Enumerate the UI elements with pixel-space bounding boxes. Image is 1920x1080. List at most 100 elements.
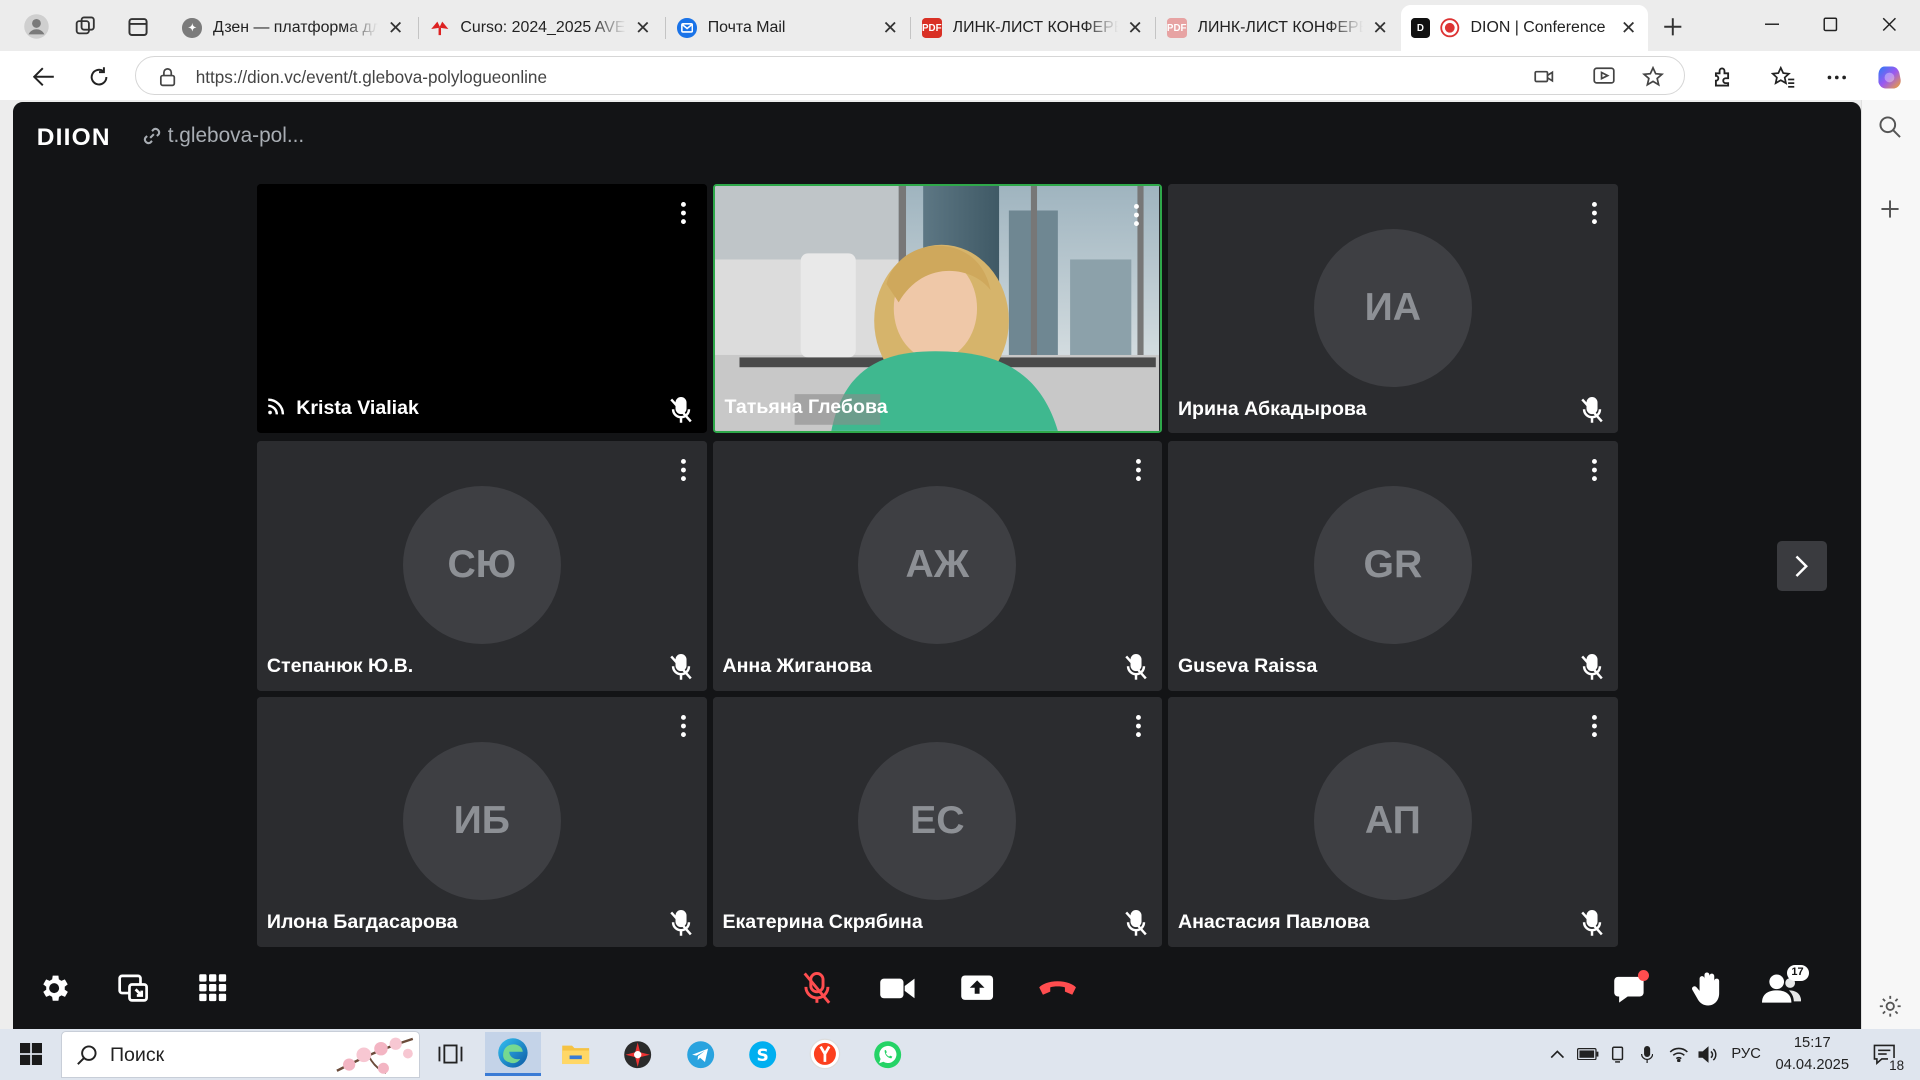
tab-dion-conference[interactable]: D DION | Conference ✕ — [1400, 4, 1649, 52]
participant-tile[interactable]: АЖ Анна Жиганова — [712, 440, 1163, 691]
favorites-icon[interactable] — [1765, 59, 1802, 96]
lock-icon[interactable] — [159, 67, 176, 87]
mic-muted-icon — [667, 653, 694, 681]
microphone-toggle-button[interactable] — [795, 966, 839, 1010]
participant-tile[interactable]: ИБ Илона Багдасарова — [257, 696, 707, 947]
workspaces-icon[interactable] — [69, 10, 103, 44]
opera-gx-like-icon[interactable] — [610, 1032, 666, 1076]
participant-tile[interactable]: GR Guseva Raissa — [1168, 440, 1618, 691]
language-indicator[interactable]: РУС — [1727, 1042, 1766, 1066]
close-tab-icon[interactable]: ✕ — [880, 17, 900, 38]
tab-mail[interactable]: Почта Mail ✕ — [667, 7, 909, 49]
unread-dot — [1638, 969, 1650, 981]
participant-name-text: Степанюк Ю.В. — [266, 655, 414, 678]
participant-menu-icon[interactable] — [1586, 201, 1603, 225]
whatsapp-icon[interactable] — [860, 1032, 916, 1076]
chat-button[interactable] — [1608, 966, 1652, 1010]
task-view-icon[interactable] — [422, 1032, 478, 1076]
apps-grid-button[interactable] — [191, 966, 235, 1010]
tab-pdf-2[interactable]: PDF ЛИНК-ЛИСТ КОНФЕРЕНЦИИ ✕ — [1157, 7, 1399, 49]
profile-icon[interactable] — [20, 10, 54, 44]
close-tab-icon[interactable]: ✕ — [386, 17, 406, 38]
broadcast-icon — [267, 396, 287, 422]
participant-menu-icon[interactable] — [675, 458, 692, 482]
participant-menu-icon[interactable] — [675, 201, 692, 225]
notifications-icon[interactable]: 18 — [1864, 1038, 1906, 1073]
participant-menu-icon[interactable] — [1130, 714, 1147, 738]
search-placeholder: Поиск — [109, 1044, 165, 1067]
reload-icon[interactable] — [81, 59, 118, 96]
battery-icon[interactable] — [1575, 1042, 1602, 1066]
mic-muted-icon — [1578, 909, 1605, 937]
next-page-button[interactable] — [1776, 541, 1827, 592]
tab-title: Curso: 2024_2025 AVE Global — [460, 19, 626, 37]
device-icon[interactable] — [1604, 1042, 1631, 1066]
minimize-icon[interactable] — [1744, 0, 1800, 49]
camera-permission-icon[interactable] — [1534, 68, 1554, 85]
raise-hand-button[interactable] — [1686, 966, 1730, 1010]
participant-tile[interactable]: Krista Vialiak — [257, 183, 707, 434]
picture-in-picture-button[interactable] — [111, 966, 155, 1010]
close-window-icon[interactable] — [1861, 0, 1917, 49]
participant-tile[interactable]: СЮ Степанюк Ю.В. — [257, 440, 707, 691]
windows-start-icon[interactable] — [2, 1032, 58, 1076]
tab-dzen[interactable]: ✦ Дзен — платформа для создания ✕ — [173, 7, 415, 49]
participant-menu-icon[interactable] — [1586, 458, 1603, 482]
copilot-icon[interactable] — [1871, 59, 1908, 96]
participant-tile[interactable]: АП Анастасия Павлова — [1168, 696, 1618, 947]
volume-icon[interactable] — [1695, 1042, 1722, 1066]
mic-muted-icon — [1578, 396, 1605, 424]
settings-button[interactable] — [32, 966, 76, 1010]
skype-icon[interactable]: S — [735, 1032, 791, 1076]
file-explorer-icon[interactable] — [547, 1032, 603, 1076]
participant-menu-icon[interactable] — [1130, 458, 1147, 482]
participant-tile[interactable]: ЕС Екатерина Скрябина — [712, 696, 1163, 947]
edge-browser-icon[interactable] — [484, 1032, 542, 1077]
read-aloud-icon[interactable] — [1593, 67, 1615, 87]
extensions-icon[interactable] — [1703, 59, 1740, 96]
avatar-initials: СЮ — [402, 486, 561, 645]
back-icon[interactable] — [26, 59, 63, 96]
close-tab-icon[interactable]: ✕ — [1125, 17, 1145, 38]
wifi-icon[interactable] — [1665, 1042, 1692, 1066]
tab-curso[interactable]: Curso: 2024_2025 AVE Global ✕ — [420, 7, 662, 49]
tab-actions-icon[interactable] — [121, 10, 155, 44]
participant-menu-icon[interactable] — [1586, 714, 1603, 738]
favorite-star-icon[interactable] — [1641, 65, 1664, 88]
close-tab-icon[interactable]: ✕ — [1619, 17, 1639, 38]
maximize-icon[interactable] — [1802, 0, 1858, 49]
yandex-browser-icon[interactable] — [797, 1032, 853, 1076]
avatar-initials: ИБ — [402, 742, 561, 900]
url-field[interactable]: https://dion.vc/event/t.glebova-polylogu… — [134, 56, 1685, 96]
mic-muted-icon — [667, 909, 694, 937]
camera-toggle-button[interactable] — [876, 966, 920, 1010]
microphone-tray-icon[interactable] — [1633, 1042, 1660, 1066]
more-menu-icon[interactable] — [1818, 59, 1855, 96]
participant-tile[interactable]: ИА Ирина Абкадырова — [1168, 183, 1618, 434]
taskbar-search-box[interactable]: Поиск — [61, 1031, 420, 1078]
address-bar-row: https://dion.vc/event/t.glebova-polylogu… — [0, 51, 1920, 101]
screen-share-button[interactable] — [955, 966, 999, 1010]
participant-tile[interactable]: Татьяна Глебова — [712, 183, 1163, 434]
participants-count-badge: 17 — [1786, 964, 1809, 981]
close-tab-icon[interactable]: ✕ — [633, 17, 653, 38]
participant-menu-icon[interactable] — [1128, 203, 1145, 227]
tab-title: Почта Mail — [707, 19, 786, 37]
curso-icon — [430, 18, 450, 38]
new-tab-icon[interactable] — [1656, 10, 1690, 44]
notifications-count: 18 — [1887, 1057, 1906, 1073]
hang-up-button[interactable] — [1036, 966, 1080, 1010]
room-link[interactable]: t.glebova-pol... — [141, 124, 304, 148]
show-hidden-icons[interactable] — [1545, 1042, 1569, 1066]
search-icon[interactable] — [1878, 115, 1902, 144]
participant-menu-icon[interactable] — [675, 714, 692, 738]
participants-button[interactable]: 17 — [1760, 964, 1809, 1010]
close-tab-icon[interactable]: ✕ — [1370, 17, 1390, 38]
sidebar-settings-icon[interactable] — [1878, 994, 1902, 1023]
telegram-icon[interactable] — [672, 1032, 728, 1076]
participant-name-text: Ирина Абкадырова — [1177, 398, 1367, 421]
grid-icon — [199, 974, 227, 1002]
add-sidebar-app-icon[interactable] — [1879, 198, 1901, 225]
clock[interactable]: 15:17 04.04.2025 — [1773, 1032, 1851, 1076]
tab-pdf-1[interactable]: PDF ЛИНК-ЛИСТ КОНФЕРЕНЦИИ ✕ — [912, 7, 1154, 49]
